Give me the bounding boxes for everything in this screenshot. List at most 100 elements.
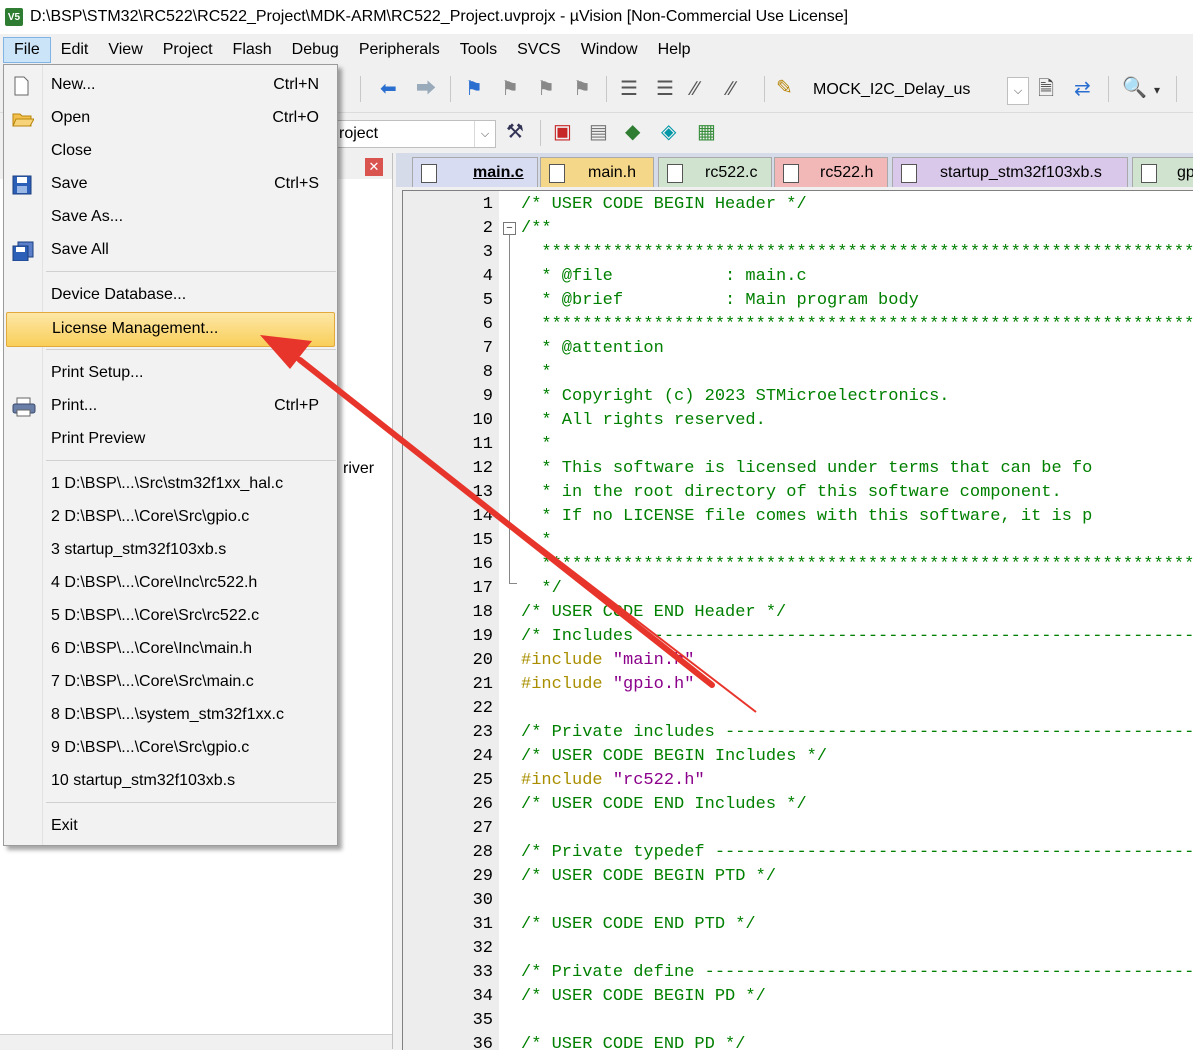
code-line: /* USER CODE END Header */ <box>521 603 786 622</box>
comment-icon[interactable]: ∕∕ <box>692 79 699 99</box>
code-line: ****************************************… <box>521 555 1193 574</box>
menu-debug[interactable]: Debug <box>282 37 349 63</box>
navigate-forward-icon[interactable]: ⮕ <box>416 79 436 99</box>
bookmark-toggle-icon[interactable]: ⚑ <box>465 79 483 99</box>
menu-help[interactable]: Help <box>648 37 701 63</box>
code-line: /* USER CODE END PTD */ <box>521 915 756 934</box>
code-line: /* USER CODE END Includes */ <box>521 795 807 814</box>
code-line: /* USER CODE BEGIN PTD */ <box>521 867 776 886</box>
pack-installer-icon[interactable]: ▦ <box>697 122 716 142</box>
menu-item-new[interactable]: New... Ctrl+N <box>4 69 337 102</box>
bookmark-next-icon[interactable]: ⚑ <box>537 79 555 99</box>
find-in-files-icon[interactable]: ✎ <box>776 78 793 98</box>
horizontal-scrollbar[interactable] <box>0 1034 392 1049</box>
menu-peripherals[interactable]: Peripherals <box>349 37 450 63</box>
menu-view[interactable]: View <box>98 37 152 63</box>
options-for-target-icon[interactable]: ⚒ <box>506 122 524 142</box>
menu-item-recent-file[interactable]: 3 startup_stm32f103xb.s <box>4 534 337 567</box>
code-line: * <box>521 531 551 550</box>
menu-item-recent-file[interactable]: 1 D:\BSP\...\Src\stm32f1xx_hal.c <box>4 468 337 501</box>
code-token: /* USER CODE END PTD */ <box>521 915 756 934</box>
code-line: * @brief : Main program body <box>521 291 918 310</box>
document-search-icon[interactable]: 🗎 <box>1038 79 1054 99</box>
menu-item-print[interactable]: Print... Ctrl+P <box>4 390 337 423</box>
chevron-down-icon[interactable]: ▾ <box>1154 80 1160 100</box>
find-combo[interactable]: MOCK_I2C_Delay_us ⌵ <box>806 76 1030 105</box>
menu-item-recent-file[interactable]: 7 D:\BSP\...\Core\Src\main.c <box>4 666 337 699</box>
close-icon[interactable]: ✕ <box>365 158 383 176</box>
tab-label: main.h <box>588 164 637 181</box>
menu-window[interactable]: Window <box>571 37 648 63</box>
line-number: 7 <box>482 339 493 358</box>
code-token: */ <box>521 579 562 598</box>
tab-main-c[interactable]: main.c <box>412 157 538 187</box>
code-line: #include "rc522.h" <box>521 771 705 790</box>
uncomment-icon[interactable]: ∕∕ <box>728 79 735 99</box>
line-number: 31 <box>472 915 493 934</box>
printer-icon <box>12 397 36 417</box>
toolbar-separator <box>764 76 765 102</box>
tab-gpio-c[interactable]: gp <box>1132 157 1193 187</box>
bookmark-prev-icon[interactable]: ⚑ <box>501 79 519 99</box>
debug-session-icon[interactable]: 🔍 <box>1122 78 1147 98</box>
menu-item-recent-file[interactable]: 8 D:\BSP\...\system_stm32f1xx.c <box>4 699 337 732</box>
menu-item-recent-file[interactable]: 2 D:\BSP\...\Core\Src\gpio.c <box>4 501 337 534</box>
menu-flash[interactable]: Flash <box>223 37 282 63</box>
code-token: /* USER CODE BEGIN Includes */ <box>521 747 828 766</box>
menu-item-recent-file[interactable]: 10 startup_stm32f103xb.s <box>4 765 337 798</box>
toolbar-separator <box>360 76 361 102</box>
target-select-combo[interactable]: roject ⌵ <box>330 120 496 148</box>
project-tree-item-fragment[interactable]: river <box>343 460 374 478</box>
menu-item-recent-file[interactable]: 9 D:\BSP\...\Core\Src\gpio.c <box>4 732 337 765</box>
code-editor[interactable]: − 1/* USER CODE BEGIN Header */2/** 3 ***… <box>402 190 1193 1050</box>
menu-file[interactable]: File <box>3 37 51 63</box>
code-token: /* USER CODE BEGIN PD */ <box>521 987 766 1006</box>
code-token: * If no LICENSE file comes with this sof… <box>521 507 1093 526</box>
chevron-down-icon[interactable]: ⌵ <box>474 121 495 147</box>
new-file-icon <box>12 76 34 96</box>
menu-item-save-as[interactable]: Save As... <box>4 201 337 234</box>
uvision-app-icon: V5 <box>5 8 23 26</box>
select-software-packs-icon[interactable]: ◈ <box>661 122 676 142</box>
incremental-find-icon[interactable]: ⇄ <box>1074 79 1091 99</box>
code-line: /* USER CODE BEGIN Header */ <box>521 195 807 214</box>
fold-toggle-icon[interactable]: − <box>503 222 516 235</box>
code-token: * <box>521 363 552 382</box>
menu-tools[interactable]: Tools <box>450 37 507 63</box>
menu-item-save-all[interactable]: Save All <box>4 234 337 267</box>
tab-main-h[interactable]: main.h <box>540 157 654 187</box>
file-extensions-icon[interactable]: ▤ <box>589 122 608 142</box>
menu-item-recent-file[interactable]: 5 D:\BSP\...\Core\Src\rc522.c <box>4 600 337 633</box>
bookmark-clear-icon[interactable]: ⚑ <box>573 79 591 99</box>
menu-separator <box>46 460 336 461</box>
line-number: 22 <box>472 699 493 718</box>
menu-item-close[interactable]: Close <box>4 135 337 168</box>
code-line: /** <box>521 219 552 238</box>
code-line: * All rights reserved. <box>521 411 765 430</box>
file-icon <box>421 164 437 183</box>
line-number: 34 <box>472 987 493 1006</box>
chevron-down-icon[interactable]: ⌵ <box>1007 77 1029 105</box>
menu-item-save[interactable]: Save Ctrl+S <box>4 168 337 201</box>
menu-item-print-setup[interactable]: Print Setup... <box>4 357 337 390</box>
menu-item-open[interactable]: Open Ctrl+O <box>4 102 337 135</box>
manage-project-items-icon[interactable]: ▣ <box>553 122 572 142</box>
unindent-icon[interactable]: ☰ <box>656 79 674 99</box>
menu-item-print-preview[interactable]: Print Preview <box>4 423 337 456</box>
tab-startup-s[interactable]: startup_stm32f103xb.s <box>892 157 1128 187</box>
indent-icon[interactable]: ☰ <box>620 79 638 99</box>
menu-item-device-database[interactable]: Device Database... <box>4 279 337 312</box>
menu-project[interactable]: Project <box>153 37 223 63</box>
manage-run-time-environment-icon[interactable]: ◆ <box>625 122 640 142</box>
navigate-back-icon[interactable]: ⬅ <box>380 79 397 99</box>
menu-item-exit[interactable]: Exit <box>4 810 337 843</box>
menu-svcs[interactable]: SVCS <box>507 37 571 63</box>
menu-item-recent-file[interactable]: 4 D:\BSP\...\Core\Inc\rc522.h <box>4 567 337 600</box>
tab-rc522-c[interactable]: rc522.c <box>658 157 772 187</box>
line-number: 3 <box>482 243 493 262</box>
tab-label: rc522.h <box>820 164 874 181</box>
menu-edit[interactable]: Edit <box>51 37 99 63</box>
menu-item-recent-file[interactable]: 6 D:\BSP\...\Core\Inc\main.h <box>4 633 337 666</box>
menu-item-license-management[interactable]: License Management... <box>6 312 335 347</box>
tab-rc522-h[interactable]: rc522.h <box>774 157 888 187</box>
